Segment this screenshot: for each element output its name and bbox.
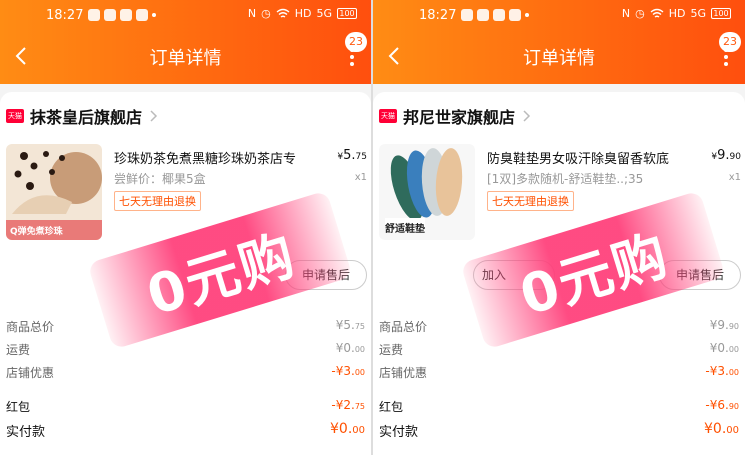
hd-label: HD — [294, 7, 312, 20]
message-count-badge: 23 — [719, 32, 741, 52]
header: 18:27 N ◷ HD 5G 100 订单详情 23 — [373, 0, 745, 84]
app-notification-icon — [477, 9, 489, 21]
notification-icons — [461, 9, 529, 21]
wifi-icon — [650, 8, 664, 18]
order-detail-screen-1: 18:27 N ◷ HD 5G 100 订单详情 23 天猫 抹茶皇后旗舰店 Q… — [0, 0, 371, 455]
signal-icon: 5G — [690, 7, 706, 20]
app-notification-icon — [461, 9, 473, 21]
wechat-icon — [120, 9, 132, 21]
status-bar: 18:27 N ◷ HD 5G 100 — [373, 6, 745, 26]
paid-row: 实付款 ¥0.00 — [379, 421, 739, 440]
thumbnail-caption: Q弹免煮珍珠 — [10, 227, 63, 237]
status-bar: 18:27 N ◷ HD 5G 100 — [0, 6, 371, 26]
summary-row: 店铺优惠 -¥3.00 — [6, 364, 365, 380]
redpacket-row: 红包 -¥2.75 — [6, 398, 365, 414]
notification-icons — [88, 9, 156, 21]
store-header[interactable]: 天猫 抹茶皇后旗舰店 — [6, 106, 158, 127]
summary-row: 运费 ¥0.00 — [379, 341, 739, 357]
nav-bar: 订单详情 23 — [373, 32, 745, 78]
summary-row: 店铺优惠 -¥3.00 — [379, 364, 739, 380]
thumbnail-caption: 舒适鞋垫 — [385, 224, 425, 235]
product-price: ¥9.90 — [711, 148, 741, 163]
page-title: 订单详情 — [523, 48, 595, 69]
page-title: 订单详情 — [149, 48, 222, 69]
system-icons: N ◷ HD 5G 100 — [248, 7, 357, 20]
alarm-icon: ◷ — [261, 7, 271, 20]
battery-icon: 100 — [337, 8, 357, 19]
store-header[interactable]: 天猫 邦尼世家旗舰店 — [379, 106, 531, 127]
product-name[interactable]: 防臭鞋垫男女吸汗除臭留香软底 — [487, 148, 692, 167]
chevron-right-icon — [523, 110, 531, 122]
battery-icon: 100 — [711, 8, 731, 19]
clock: 18:27 — [46, 8, 84, 23]
alarm-icon: ◷ — [635, 7, 645, 20]
app-notification-icon — [104, 9, 116, 21]
nfc-icon: N — [621, 7, 631, 20]
clock: 18:27 — [419, 8, 457, 23]
product-quantity: x1 — [728, 172, 741, 183]
tmall-badge-icon: 天猫 — [379, 109, 397, 123]
message-count-badge: 23 — [345, 32, 367, 52]
product-quantity: x1 — [354, 172, 367, 183]
store-name: 抹茶皇后旗舰店 — [30, 108, 143, 127]
header: 18:27 N ◷ HD 5G 100 订单详情 23 — [0, 0, 371, 84]
system-icons: N ◷ HD 5G 100 — [622, 7, 731, 20]
hd-label: HD — [668, 7, 686, 20]
signal-icon: 5G — [316, 7, 332, 20]
chevron-right-icon — [150, 110, 158, 122]
redpacket-row: 红包 -¥6.90 — [379, 398, 739, 414]
product-thumbnail[interactable]: Q弹免煮珍珠 — [6, 144, 102, 240]
wechat-icon — [493, 9, 505, 21]
product-name[interactable]: 珍珠奶茶免煮黑糖珍珠奶茶店专 — [114, 148, 319, 167]
more-dot-icon — [525, 13, 529, 17]
return-policy-tag: 七天无理由退换 — [487, 191, 574, 211]
tmall-badge-icon: 天猫 — [6, 109, 24, 123]
nav-bar: 订单详情 23 — [0, 32, 371, 78]
app-notification-icon — [88, 9, 100, 21]
weibo-icon — [509, 9, 521, 21]
screenshot-root: 18:27 N ◷ HD 5G 100 订单详情 23 天猫 抹茶皇后旗舰店 Q… — [0, 0, 745, 455]
product-thumbnail[interactable]: 舒适鞋垫 — [379, 144, 475, 240]
product-sku: 尝鲜价：椰果5盒 — [114, 172, 206, 186]
weibo-icon — [136, 9, 148, 21]
product-price: ¥5.75 — [337, 148, 367, 163]
product-sku: [1双]多款随机-舒适鞋垫..;35 — [487, 172, 644, 186]
more-dot-icon — [152, 13, 156, 17]
nfc-icon: N — [247, 7, 257, 20]
return-policy-tag: 七天无理由退换 — [114, 191, 201, 211]
wifi-icon — [276, 8, 290, 18]
order-detail-screen-2: 18:27 N ◷ HD 5G 100 订单详情 23 天猫 邦尼世家旗舰店 舒… — [373, 0, 745, 455]
paid-row: 实付款 ¥0.00 — [6, 421, 365, 440]
store-name: 邦尼世家旗舰店 — [403, 108, 516, 127]
summary-row: 运费 ¥0.00 — [6, 341, 365, 357]
